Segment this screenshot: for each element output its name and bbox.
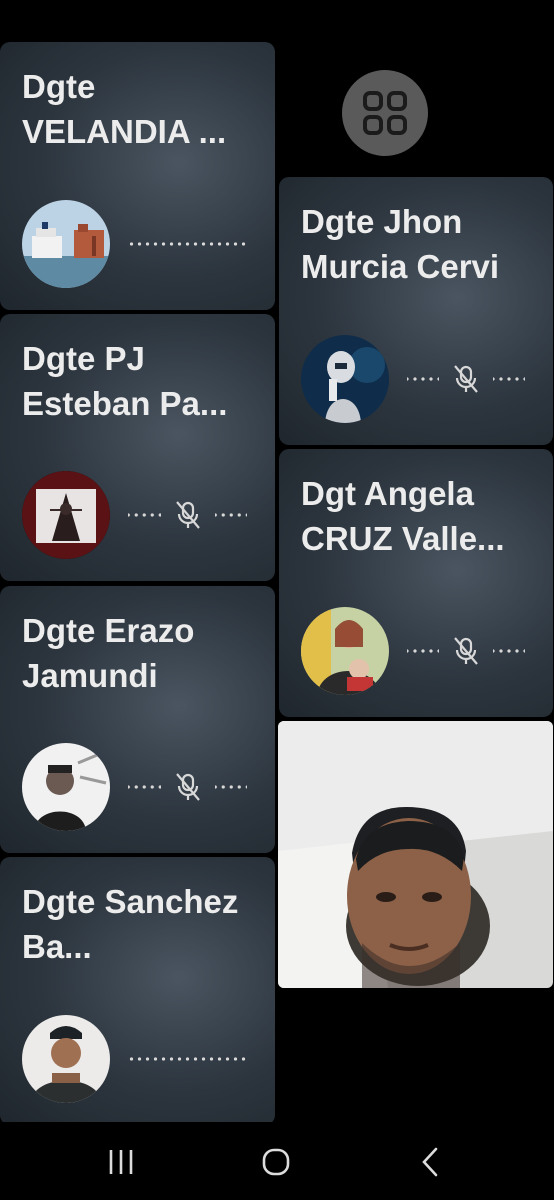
audio-indicator [407,637,525,665]
participant-tile-esteban[interactable]: Dgte PJ Esteban Pa... [0,314,275,581]
system-navigation-bar [0,1122,554,1200]
participant-tile-jhon-murcia[interactable]: Dgte Jhon Murcia Cervi [279,177,553,445]
participant-tile-angela-cruz[interactable]: Dgt Angela CRUZ Valle... [279,449,553,717]
audio-indicator [128,501,247,529]
avatar-robot-icon [301,335,389,423]
mic-muted-icon [175,501,200,529]
grid-layout-icon [363,91,407,135]
participant-tile-sanchez[interactable]: Dgte Sanchez Ba... [0,857,275,1125]
avatar-woman-child-icon [301,607,389,695]
avatar-cruise-ship-icon [22,200,110,288]
audio-indicator [128,233,247,255]
participant-name: Dgte PJ Esteban Pa... [22,340,228,422]
mic-muted-icon [175,773,200,801]
back-icon [422,1147,438,1177]
participant-tile-erazo[interactable]: Dgte Erazo Jamundi [0,586,275,853]
self-view-video[interactable] [278,721,553,988]
recents-button[interactable] [101,1142,141,1182]
grid-layout-button[interactable] [342,70,428,156]
avatar-uniformed-man-icon [22,1015,110,1103]
mic-muted-icon [454,637,478,665]
audio-indicator [128,1048,247,1070]
audio-indicator [407,365,525,393]
mic-muted-icon [454,365,478,393]
camera-self-view [278,721,553,988]
participant-name: Dgte Erazo Jamundi [22,612,195,694]
participant-name: Dgte Jhon Murcia Cervi [301,203,500,285]
participant-name: Dgte Sanchez Ba... [22,883,239,965]
home-icon [262,1148,290,1176]
home-button[interactable] [256,1142,296,1182]
avatar-man-sketch-icon [22,743,110,831]
avatar-justice-statue-icon [22,471,110,559]
participant-tile-velandia[interactable]: Dgte VELANDIA ... [0,42,275,310]
participant-name: Dgte VELANDIA ... [22,68,227,150]
participant-name: Dgt Angela CRUZ Valle... [301,475,505,557]
audio-indicator [128,773,247,801]
recents-icon [109,1150,133,1174]
back-button[interactable] [411,1142,451,1182]
